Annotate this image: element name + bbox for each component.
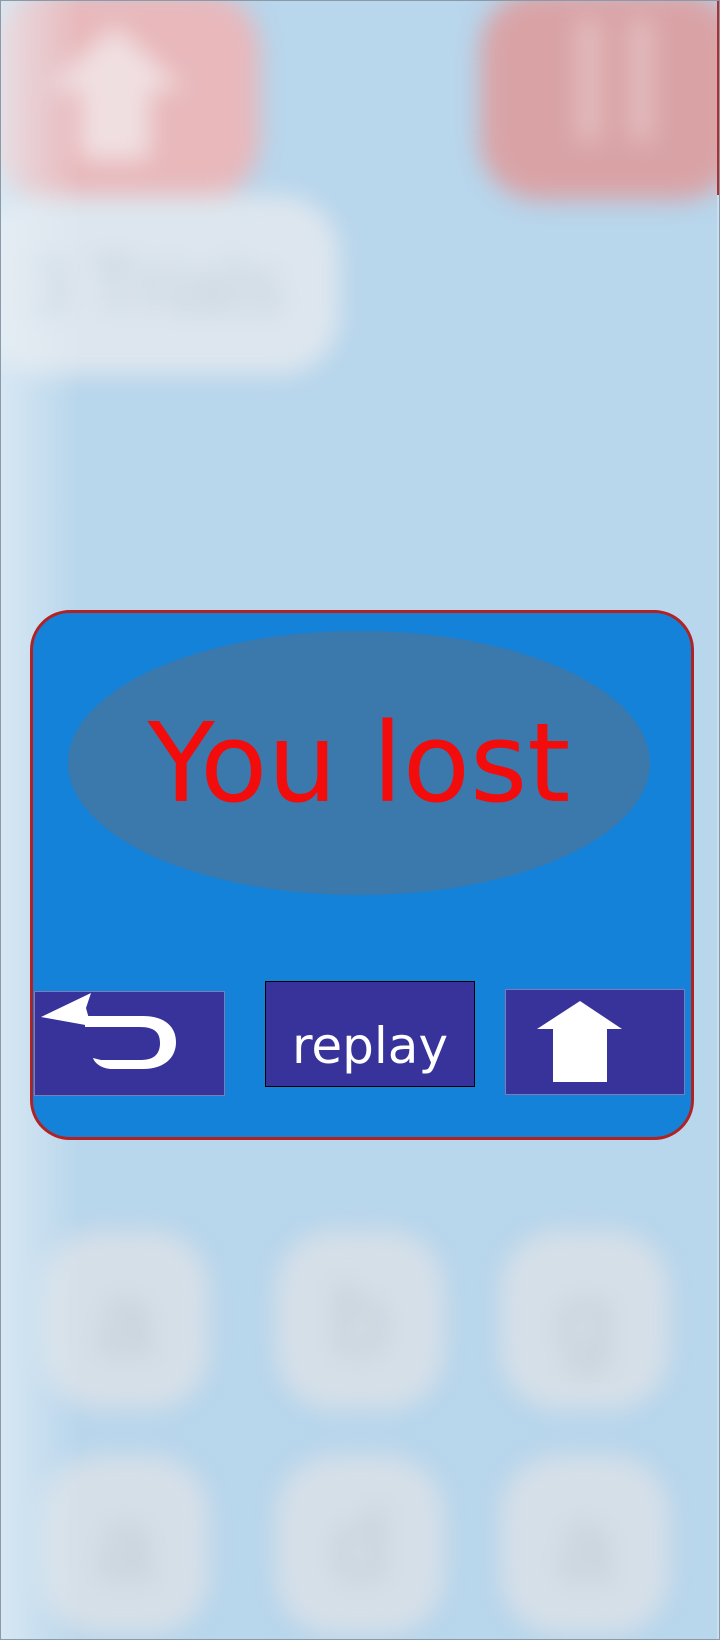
game-over-dialog: You lost replay bbox=[30, 610, 694, 1140]
background-letter-tile: d bbox=[275, 1455, 445, 1635]
result-banner: You lost bbox=[68, 631, 650, 895]
result-message: You lost bbox=[147, 699, 571, 827]
background-letter-tile: g bbox=[500, 1230, 670, 1410]
replay-button[interactable]: replay bbox=[265, 981, 475, 1087]
back-button[interactable] bbox=[34, 991, 225, 1096]
background-pause-icon bbox=[580, 20, 650, 140]
replay-label: replay bbox=[291, 1017, 449, 1075]
game-screen: 3 Trials a b g a d a You lost replay bbox=[0, 0, 720, 1640]
home-button[interactable] bbox=[505, 989, 685, 1095]
background-letter-tile: a bbox=[500, 1455, 670, 1635]
background-letter-tile: b bbox=[275, 1230, 445, 1410]
